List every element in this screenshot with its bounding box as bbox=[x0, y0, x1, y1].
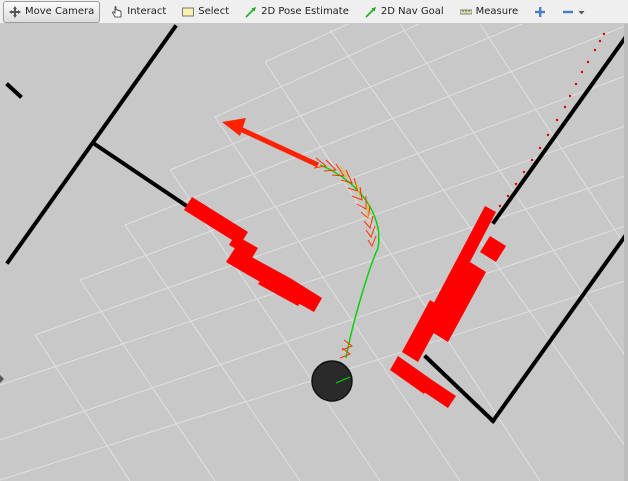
green-arrow-icon bbox=[245, 6, 257, 18]
move-camera-label: Move Camera bbox=[25, 6, 95, 17]
costmap-obstacles-left bbox=[184, 197, 322, 312]
pose-array bbox=[313, 157, 377, 359]
goal-arrow bbox=[222, 118, 320, 168]
green-arrow-icon bbox=[365, 6, 377, 18]
robot-base bbox=[311, 360, 353, 402]
interact-label: Interact bbox=[127, 6, 167, 17]
minus-icon bbox=[562, 6, 574, 18]
laser-scan-points bbox=[498, 32, 606, 208]
add-tool-button[interactable] bbox=[529, 2, 551, 22]
measure-button[interactable]: Measure bbox=[455, 2, 524, 22]
ground-grid bbox=[0, 24, 628, 481]
panel-collapse-arrow[interactable] bbox=[0, 375, 4, 383]
plus-icon bbox=[534, 6, 546, 18]
ruler-icon bbox=[459, 6, 472, 18]
pose-estimate-label: 2D Pose Estimate bbox=[261, 6, 349, 17]
3d-viewport[interactable] bbox=[0, 24, 628, 481]
nav-goal-button[interactable]: 2D Nav Goal bbox=[360, 2, 449, 22]
interact-button[interactable]: Interact bbox=[106, 2, 171, 22]
chevron-down-icon[interactable] bbox=[578, 6, 585, 18]
remove-tool-button[interactable] bbox=[557, 2, 590, 22]
right-panel-edge bbox=[624, 24, 628, 481]
map-walls bbox=[5, 24, 628, 424]
select-label: Select bbox=[198, 6, 230, 17]
select-box-icon bbox=[182, 6, 195, 18]
select-button[interactable]: Select bbox=[177, 2, 234, 22]
move-camera-button[interactable]: Move Camera bbox=[3, 0, 101, 23]
nav-goal-label: 2D Nav Goal bbox=[380, 6, 444, 17]
rviz-toolbar: Move Camera Interact Select 2D Pose Esti… bbox=[0, 0, 628, 24]
move-camera-icon bbox=[9, 5, 21, 18]
measure-label: Measure bbox=[475, 6, 519, 17]
map-view bbox=[0, 24, 628, 481]
hand-pointer-icon bbox=[111, 5, 123, 18]
pose-estimate-button[interactable]: 2D Pose Estimate bbox=[240, 2, 354, 22]
